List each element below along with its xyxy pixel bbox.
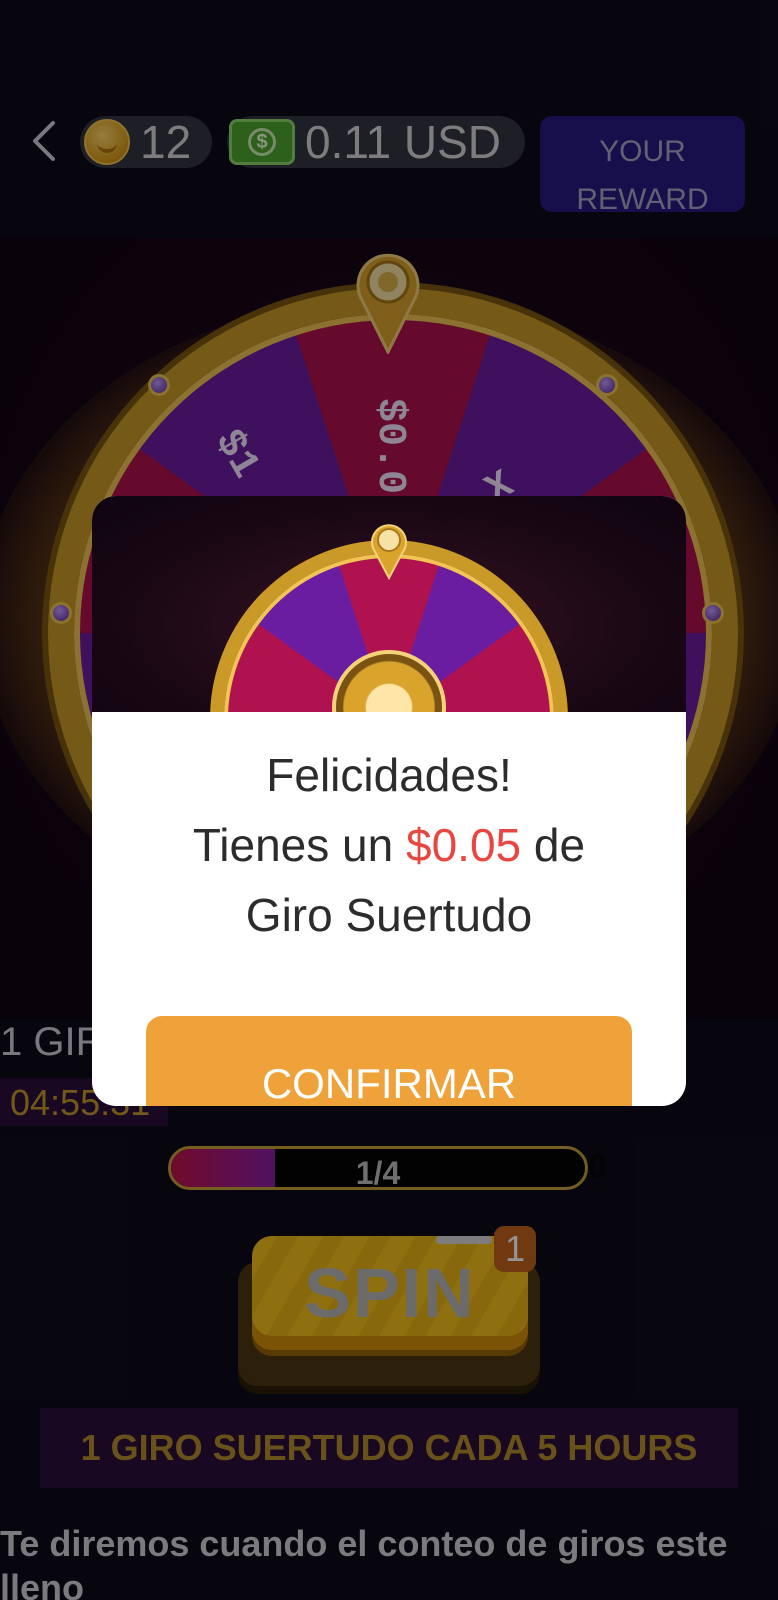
reward-dialog: Felicidades! Tienes un $0.05 de Giro Sue… [92,496,686,1106]
dialog-title: Felicidades! [266,749,512,801]
wheel-illustration [92,496,686,712]
dialog-prefix: Tienes un [192,819,406,871]
confirm-button[interactable]: CONFIRMAR [146,1016,632,1106]
dialog-message: Felicidades! Tienes un $0.05 de Giro Sue… [92,740,686,950]
reward-amount: $0.05 [406,819,522,871]
dialog-line-3: Giro Suertudo [245,889,533,941]
dialog-line-2: Tienes un $0.05 de [92,810,686,880]
mini-pointer-icon [371,524,407,580]
dialog-suffix: de [521,819,586,871]
